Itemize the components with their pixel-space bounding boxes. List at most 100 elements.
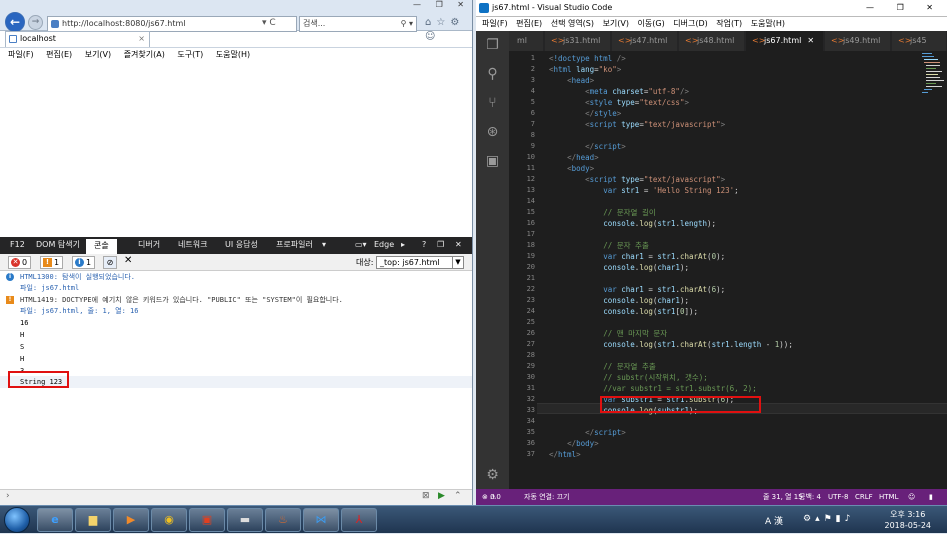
ie-tab-localhost[interactable]: localhost × (5, 31, 150, 47)
tab-profiler[interactable]: 프로파일러 (276, 237, 313, 253)
encoding[interactable]: UTF-8 (828, 489, 848, 505)
target-select[interactable]: _top: js67.html ▼ (376, 256, 464, 269)
tab-js31[interactable]: <> js31.html (545, 31, 611, 51)
cursor-position[interactable]: 줄 31, 열 15 (763, 489, 803, 505)
media-player-taskbar-icon[interactable]: ▶ (113, 508, 149, 532)
menu-help[interactable]: 도움말(H) (216, 50, 250, 59)
start-button[interactable] (4, 507, 30, 533)
tray-icons[interactable]: ⚙▴⚑▮♪ (803, 514, 854, 524)
gear-icon[interactable]: ⚙ (484, 467, 501, 484)
console-file-link[interactable]: 파일: js67.html (0, 282, 472, 294)
extensions-icon[interactable]: ▣ (484, 153, 501, 170)
close-devtools-icon[interactable]: ✕ (455, 237, 462, 253)
menu-edit[interactable]: 편집(E) (46, 50, 72, 59)
debug-icon[interactable]: ⊛ (484, 124, 501, 141)
code-line: <script type="text/javascript"> (585, 175, 726, 184)
info-filter-button[interactable]: i 1 (72, 256, 96, 269)
indentation[interactable]: 공백: 4 (799, 489, 821, 505)
system-tray: A 漢 ⚙▴⚑▮♪ 오후 3:16 2018-05-24 (765, 506, 947, 534)
vscode-taskbar-icon[interactable]: ⋈ (303, 508, 339, 532)
menu-view[interactable]: 보기(V) (603, 19, 629, 28)
line-number: 19 (526, 252, 535, 260)
minimap[interactable] (920, 51, 947, 111)
clear-console-icon[interactable]: ✕ (124, 255, 132, 266)
menu-debug[interactable]: 디버그(D) (673, 19, 707, 28)
tab-js45[interactable]: <> js45 (892, 31, 947, 51)
app-taskbar-icon[interactable]: ▣ (189, 508, 225, 532)
code-line: // 문자 추출 (603, 241, 649, 250)
ime-indicator[interactable]: A 漢 (765, 514, 783, 527)
undock-icon[interactable]: ❐ (437, 237, 444, 253)
clock[interactable]: 오후 3:16 2018-05-24 (885, 509, 932, 531)
vscode-window-controls[interactable]: — ❐ ✕ (866, 0, 943, 16)
emulation-icon[interactable]: ▭▾ (355, 237, 367, 253)
tab-js48[interactable]: <> js48.html (679, 31, 745, 51)
menu-selection[interactable]: 선택 영역(S) (551, 19, 594, 28)
line-number: 25 (526, 318, 535, 326)
explorer-icon[interactable]: ❐ (484, 37, 501, 54)
menu-file[interactable]: 파일(F) (8, 50, 34, 59)
highlight-box-output (8, 371, 69, 388)
language-mode[interactable]: HTML (879, 489, 898, 505)
java-taskbar-icon[interactable]: ♨ (265, 508, 301, 532)
explorer-taskbar-icon[interactable]: ▆ (75, 508, 111, 532)
console-input-bar[interactable]: › ⊠ ▶ ⌃ (0, 489, 472, 505)
code-editor[interactable]: 1 2 3 4 5 6 7 8 9 10 11 12 13 14 15 16 17 18 19 20 21 22 23 24 2… (509, 51, 947, 489)
tab-network[interactable]: 네트워크 (178, 237, 207, 253)
expand-icon[interactable]: ⌃ (454, 491, 462, 501)
warning-filter-button[interactable]: ! 1 (40, 256, 64, 269)
search-icon[interactable]: ⚲ (484, 66, 501, 83)
menu-tools[interactable]: 도구(T) (177, 50, 203, 59)
console-file-link[interactable]: 파일: js67.html, 줄: 1, 열: 16 (0, 305, 472, 317)
line-number: 12 (526, 175, 535, 183)
filter-icon[interactable]: ⊘ (103, 256, 117, 269)
line-ending[interactable]: CRLF (855, 489, 873, 505)
tab-debugger[interactable]: 디버거 (138, 237, 160, 253)
tab-console[interactable]: 콘솔 (86, 239, 117, 254)
autoconnect-status[interactable]: 자동 연결: 끄기 (524, 489, 569, 505)
tab-close-icon[interactable]: ✕ (807, 36, 814, 45)
chrome-taskbar-icon[interactable]: ◉ (151, 508, 187, 532)
search-icon[interactable]: ⚲ ▾ (401, 17, 413, 31)
menu-view[interactable]: 보기(V) (85, 50, 111, 59)
notifications-icon[interactable]: ▮ (929, 489, 933, 505)
help-icon[interactable]: ? (422, 237, 426, 253)
tab-close-icon[interactable]: × (138, 32, 145, 46)
source-control-icon[interactable]: ⑂ (484, 95, 501, 112)
menu-go[interactable]: 이동(G) (638, 19, 665, 28)
error-filter-button[interactable]: ✕ 0 (8, 256, 32, 269)
tab-dom[interactable]: DOM 탐색기 (36, 237, 80, 253)
back-button[interactable]: ← (5, 12, 25, 32)
more-tabs-icon[interactable]: ▾ (322, 237, 326, 253)
tab-ml[interactable]: ml (509, 31, 544, 51)
tab-js47[interactable]: <> js47.html (612, 31, 678, 51)
url-input[interactable]: http://localhost:8080/js67.html (47, 16, 297, 32)
code-line: //var substr1 = str1.substr(6, 2); (603, 384, 757, 393)
line-number: 30 (526, 373, 535, 381)
console-icon[interactable]: ▸ (401, 237, 405, 253)
ie-window-controls[interactable]: — ❐ ✕ (413, 0, 470, 9)
menu-edit[interactable]: 편집(E) (516, 19, 542, 28)
cmd-taskbar-icon[interactable]: ▬ (227, 508, 263, 532)
menu-favorites[interactable]: 즐겨찾기(A) (124, 50, 165, 59)
forward-button[interactable]: → (28, 15, 43, 30)
menu-tasks[interactable]: 작업(T) (716, 19, 742, 28)
menu-file[interactable]: 파일(F) (482, 19, 508, 28)
refresh-button[interactable]: ▾ C (262, 16, 276, 30)
line-number: 35 (526, 428, 535, 436)
page-content[interactable] (0, 61, 472, 237)
menu-help[interactable]: 도움말(H) (751, 19, 785, 28)
ie-taskbar-icon[interactable]: e (37, 508, 73, 532)
multiline-icon[interactable]: ⊠ (422, 491, 430, 501)
search-input[interactable]: 검색... ⚲ ▾ (299, 16, 417, 32)
feedback-icon[interactable]: ☺ (908, 489, 915, 505)
problems-indicator[interactable]: ⊗ 0 ⚠ 0 (482, 489, 501, 505)
tab-js49[interactable]: <> js49.html (825, 31, 891, 51)
acrobat-taskbar-icon[interactable]: ⅄ (341, 508, 377, 532)
tab-title: localhost (20, 34, 56, 43)
tab-ui-responsiveness[interactable]: UI 응답성 (225, 237, 258, 253)
tab-js67[interactable]: <> js67.html ✕ (746, 31, 824, 51)
run-icon[interactable]: ▶ (438, 491, 445, 501)
ie-toolbar-icons[interactable]: ⌂☆⚙ ☺ (425, 16, 472, 44)
edge-mode[interactable]: Edge (374, 237, 394, 253)
